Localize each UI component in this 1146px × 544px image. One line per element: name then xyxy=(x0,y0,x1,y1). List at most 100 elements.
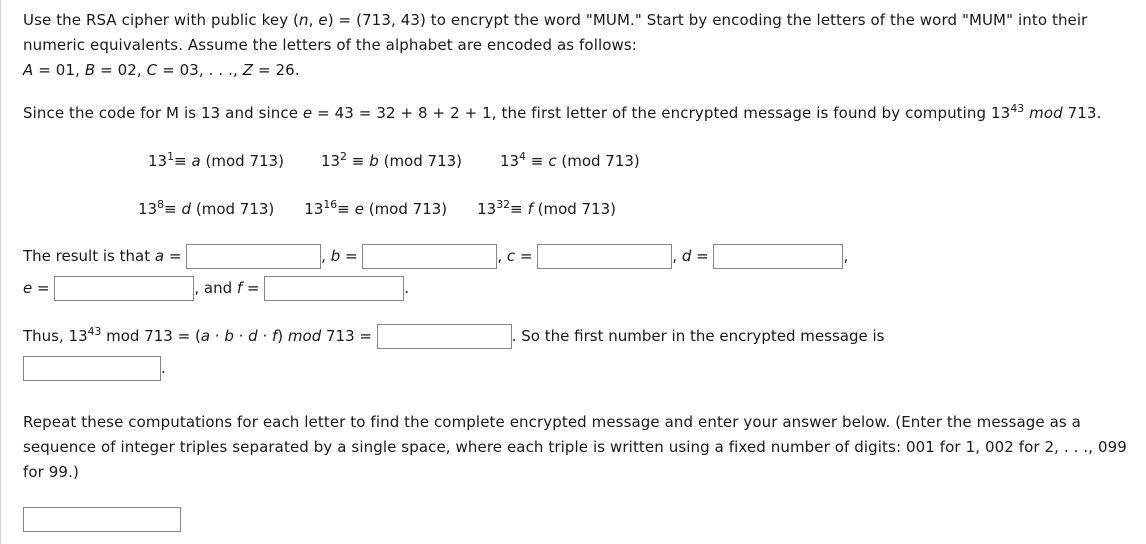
result-label-e: e xyxy=(23,279,33,297)
congruence-3-exponent: 4 xyxy=(519,150,526,163)
congruence-3: 134 ≡ c (mod 713) xyxy=(500,148,640,174)
result-sep-c: , xyxy=(497,247,507,265)
thus-variable-d: d xyxy=(248,327,258,345)
letter-C: C xyxy=(146,61,158,79)
congruence-4-base: 13 xyxy=(138,200,158,218)
congruence-6-mod: (mod 713) xyxy=(537,200,617,218)
result-trailing-comma: , xyxy=(843,247,849,265)
input-a[interactable] xyxy=(186,244,322,269)
congruence-row-2: 138≡ d (mod 713) 1316≡ e (mod 713) 1332≡ f (m… xyxy=(23,196,1146,222)
congruence-5-variable: e xyxy=(354,200,364,218)
congruence-1-base: 13 xyxy=(148,152,168,170)
congruence-5-equiv: ≡ xyxy=(337,200,350,218)
result-eq-c: = xyxy=(515,247,538,265)
input-final-answer[interactable] xyxy=(23,507,181,532)
result-label-b: b xyxy=(330,247,341,265)
letter-C-value: = 03, . . ., xyxy=(157,61,243,79)
input-thus-result[interactable] xyxy=(376,324,512,349)
intro-paragraph: Use the RSA cipher with public key (n, e… xyxy=(23,8,1146,83)
congruence-1-equiv: ≡ xyxy=(173,152,187,170)
congruence-6: 1332≡ f (mod 713) xyxy=(477,196,616,222)
thus-variable-b: b xyxy=(224,327,234,345)
result-eq-b: = xyxy=(340,247,363,265)
thus-text-part5: . So the first number in the encrypted m… xyxy=(511,327,885,345)
problem-content: Use the RSA cipher with public key (n, e… xyxy=(1,0,1146,535)
result-line-2: e = , and f = . xyxy=(23,272,1146,304)
letter-Z: Z xyxy=(242,61,254,79)
congruence-2-base: 13 xyxy=(320,152,341,170)
intro-text-part1: Use the RSA cipher with public key ( xyxy=(23,11,300,29)
congruence-2-equiv: ≡ xyxy=(351,152,365,170)
variable-n: n xyxy=(299,11,309,29)
since-text-part2: = 43 = 32 + 8 + 2 + 1, the first letter … xyxy=(312,104,1011,122)
congruence-2-mod: (mod 713) xyxy=(383,152,463,170)
thus-dot-3: · xyxy=(257,327,273,345)
result-sep-d: , xyxy=(672,247,682,265)
congruence-1: 131≡ a (mod 713) xyxy=(148,148,284,174)
result-eq-d: = xyxy=(691,247,714,265)
thus-dot-1: · xyxy=(210,327,225,345)
thus-text-part1: Thus, 13 xyxy=(23,327,88,345)
congruence-4-mod: (mod 713) xyxy=(195,200,275,218)
result-sep-b: , xyxy=(321,247,331,265)
congruence-5: 1316≡ e (mod 713) xyxy=(304,196,447,222)
intro-comma: , xyxy=(308,11,319,29)
result-eq-f: = xyxy=(242,279,265,297)
since-exponent: 43 xyxy=(1010,102,1025,115)
input-first-number[interactable] xyxy=(23,356,161,381)
input-e[interactable] xyxy=(54,276,195,301)
since-text-part1: Since the code for M is 13 and since xyxy=(23,104,303,122)
thus-line-1: Thus, 1343 mod 713 = (a · b · d · f) mod… xyxy=(23,320,1146,352)
congruence-3-variable: c xyxy=(548,152,557,170)
thus-line-2: . xyxy=(23,352,1146,384)
since-variable-e: e xyxy=(302,104,313,122)
answer-line xyxy=(23,503,1146,535)
congruence-2: 132 ≡ b (mod 713) xyxy=(321,148,462,174)
result-lead-text: The result is that xyxy=(23,247,155,265)
congruence-1-exponent: 1 xyxy=(167,150,174,163)
since-mod-italic: mod xyxy=(1029,104,1063,122)
letter-B-value: = 02, xyxy=(95,61,147,79)
congruence-6-exponent: 32 xyxy=(496,198,510,211)
congruence-4-exponent: 8 xyxy=(157,198,164,211)
thus-mod-italic: mod xyxy=(287,327,322,345)
result-and-text: , and xyxy=(194,279,237,297)
result-period: . xyxy=(404,279,410,297)
result-label-a: a xyxy=(154,247,165,265)
congruence-2-variable: b xyxy=(369,152,379,170)
congruence-4-variable: d xyxy=(181,200,192,218)
thus-exponent: 43 xyxy=(87,325,102,338)
congruence-2-exponent: 2 xyxy=(340,150,347,163)
letter-B: B xyxy=(84,61,96,79)
input-f[interactable] xyxy=(264,276,405,301)
congruence-6-variable: f xyxy=(527,200,533,218)
congruence-6-base: 13 xyxy=(477,200,497,218)
congruence-row-1: 131≡ a (mod 713) 132 ≡ b (mod 713) 134 ≡ c (m… xyxy=(23,148,1146,174)
congruence-3-equiv: ≡ xyxy=(530,152,544,170)
since-text-part3: 713. xyxy=(1062,104,1102,122)
result-eq-a: = xyxy=(164,247,187,265)
congruence-4-equiv: ≡ xyxy=(163,200,177,218)
result-label-c: c xyxy=(506,247,516,265)
congruence-4: 138≡ d (mod 713) xyxy=(138,196,274,222)
input-c[interactable] xyxy=(537,244,673,269)
thus-text-part4: 713 = xyxy=(321,327,377,345)
thus-text-part3: ) xyxy=(277,327,288,345)
congruence-3-base: 13 xyxy=(500,152,520,170)
congruence-3-mod: (mod 713) xyxy=(561,152,640,170)
input-d[interactable] xyxy=(713,244,844,269)
repeat-paragraph: Repeat these computations for each lette… xyxy=(23,413,1127,481)
input-b[interactable] xyxy=(362,244,498,269)
congruence-5-mod: (mod 713) xyxy=(368,200,448,218)
since-paragraph: Since the code for M is 13 and since e =… xyxy=(23,101,1146,126)
thus-text-part2: mod 713 = ( xyxy=(101,327,201,345)
congruence-6-equiv: ≡ xyxy=(509,200,523,218)
congruence-1-variable: a xyxy=(191,152,201,170)
letter-A-value: = 01, xyxy=(33,61,85,79)
